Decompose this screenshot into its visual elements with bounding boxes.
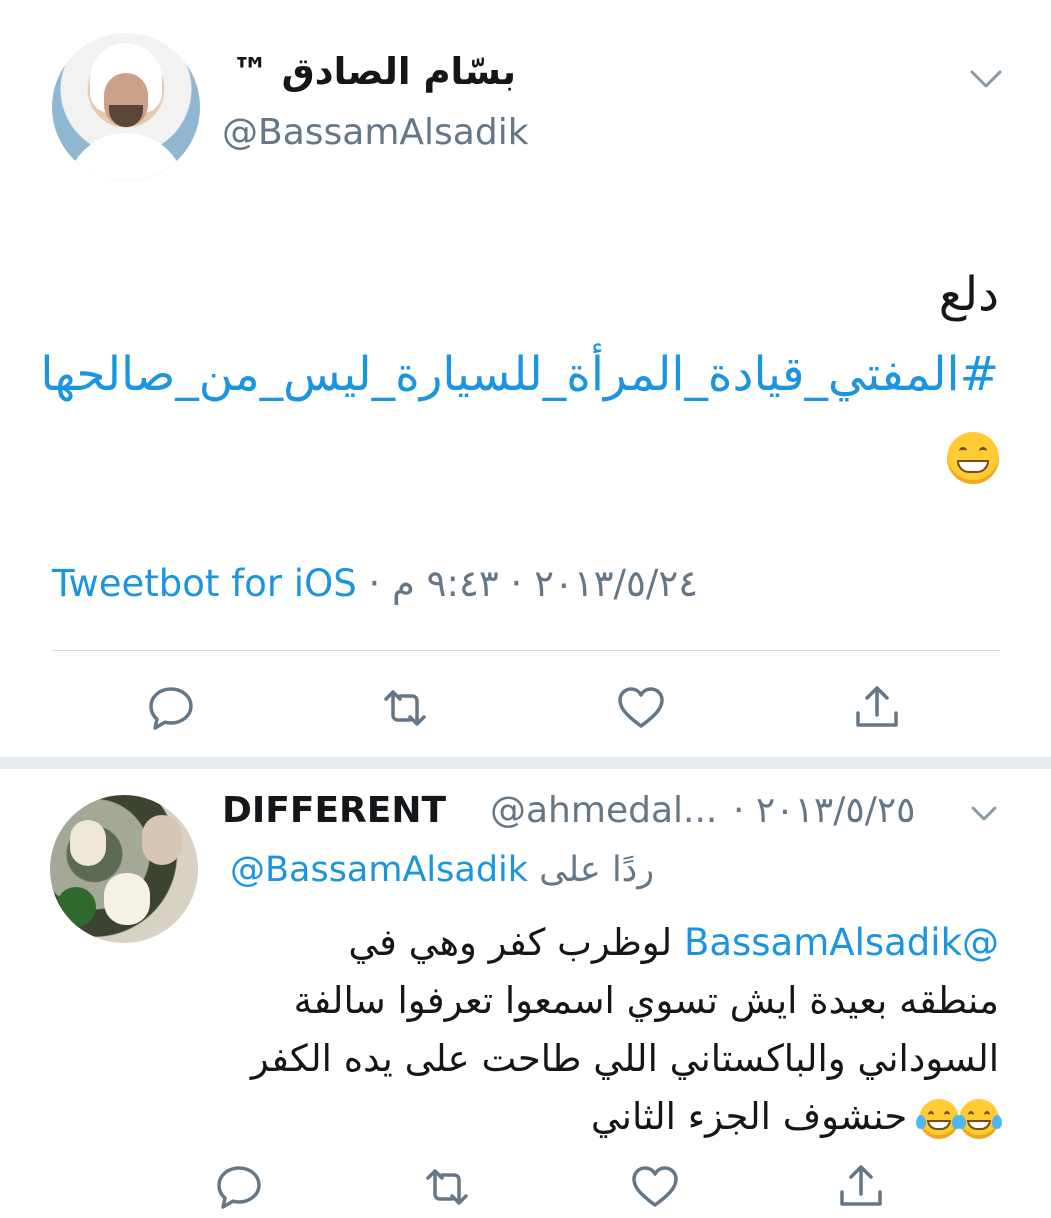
like-icon[interactable] [628,1160,682,1214]
tears-of-joy-emoji-icon [916,1098,962,1139]
grinning-face-emoji-icon [947,431,999,484]
like-icon[interactable] [614,681,668,735]
source-link[interactable]: Tweetbot for iOS [52,562,357,605]
reply-text-end: حنشوف الجزء الثاني [590,1095,919,1138]
reply-author-handle[interactable]: @ahmedal... [490,790,717,831]
tweet-text: دلع #المفتي_قيادة_المرأة_للسيارة_ليس_من_… [39,255,999,495]
replying-prefix: ردًا على [539,850,655,890]
divider [52,650,1000,651]
mention-link[interactable]: @BassamAlsadik [684,921,999,964]
tweet-date: ٢٠١٣/٥/٢٤ [534,562,699,605]
chevron-down-icon[interactable] [970,802,998,826]
tweet-meta: Tweetbot for iOS · ٢٠١٣/٥/٢٤ · ٩:٤٣ م [52,562,802,605]
author-avatar[interactable] [52,33,200,181]
share-icon[interactable] [850,681,904,735]
tears-of-joy-emoji-icon [956,1098,1002,1139]
hashtag-link[interactable]: #المفتي_قيادة_المرأة_للسيارة_ليس_من_صالح… [40,347,999,402]
share-icon[interactable] [834,1160,888,1214]
reply-author-avatar[interactable] [50,795,198,943]
meta-separator: · [498,562,535,605]
reply-text: @BassamAlsadik لوظرب كفر وهي في منطقه بع… [239,914,1002,1146]
meta-separator: · [356,562,392,605]
replying-to-link[interactable]: @BassamAlsadik [230,850,528,890]
tweet-time: ٩:٤٣ م [392,562,499,605]
retweet-icon[interactable] [420,1160,474,1214]
tweet-text-plain: دلع [938,267,999,322]
author-handle[interactable]: @BassamAlsadik [222,112,529,153]
chevron-down-icon[interactable] [968,64,1004,94]
reply-date: · ٢٠١٣/٥/٢٥ [733,790,916,831]
author-display-name[interactable]: بسّام الصادق ™ [232,50,516,93]
retweet-icon[interactable] [378,681,432,735]
reply-icon[interactable] [212,1160,266,1214]
tweet-separator [0,757,1051,769]
reply-author-display-name[interactable]: DIFFERENT [222,790,446,831]
reply-icon[interactable] [144,681,198,735]
replying-to: @BassamAlsadik ردًا على [230,850,654,890]
